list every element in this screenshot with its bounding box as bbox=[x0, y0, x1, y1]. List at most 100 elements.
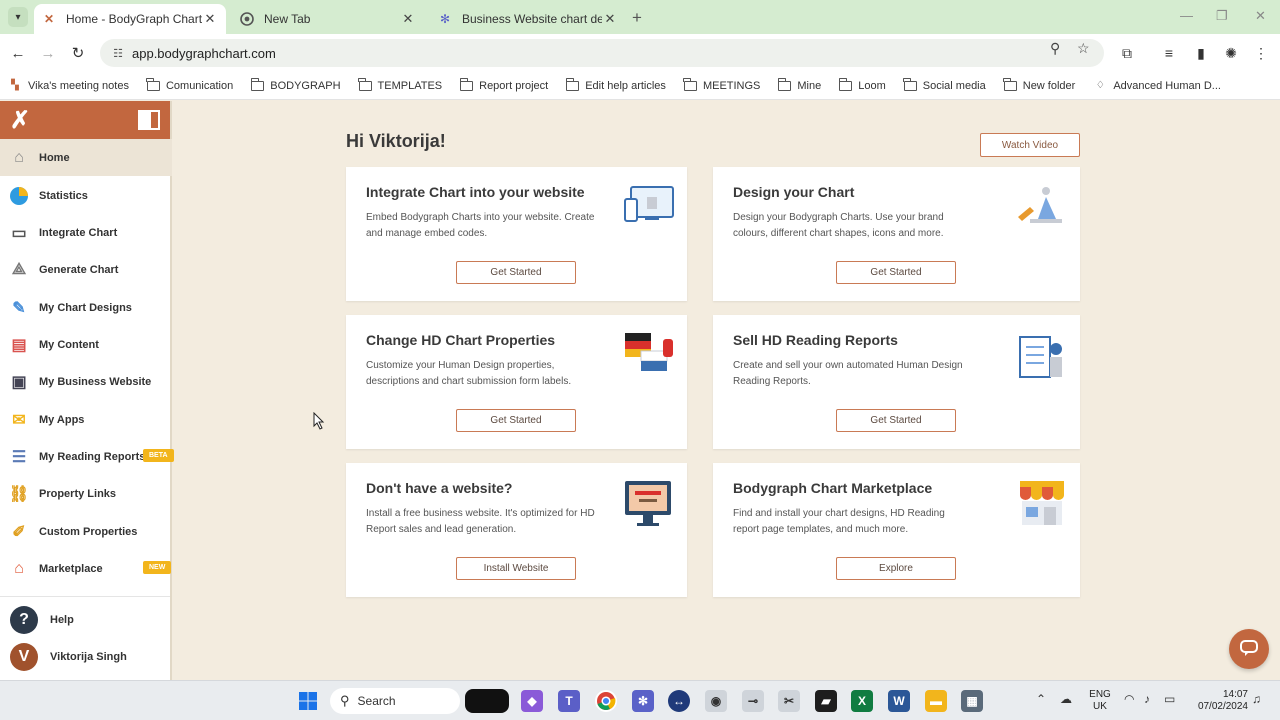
card-title: Integrate Chart into your website bbox=[366, 184, 585, 200]
sticky-notes-icon[interactable]: ▰ bbox=[815, 690, 837, 712]
snipping-tool-icon[interactable]: ✂ bbox=[778, 690, 800, 712]
widgets-icon[interactable] bbox=[465, 689, 509, 713]
bookmark-star-icon[interactable]: ☆ bbox=[1077, 40, 1090, 57]
bookmark-folder[interactable]: TEMPLATES bbox=[358, 77, 442, 92]
get-started-button[interactable]: Get Started bbox=[836, 409, 956, 432]
sidebar-item-generate-chart[interactable]: ⟁ Generate Chart bbox=[0, 251, 172, 288]
chat-bubble-icon bbox=[1239, 638, 1259, 661]
close-tab-icon[interactable]: ✕ bbox=[202, 11, 218, 27]
folder-icon bbox=[565, 77, 580, 91]
sidebar-item-help[interactable]: ? Help bbox=[0, 602, 170, 638]
card-title: Design your Chart bbox=[733, 184, 855, 200]
folder-icon bbox=[250, 77, 265, 91]
wifi-icon[interactable]: ◠ bbox=[1124, 692, 1134, 706]
cloud-icon[interactable]: ☁ bbox=[1060, 692, 1072, 706]
sidebar-item-marketplace[interactable]: ⌂ Marketplace NEW bbox=[0, 550, 172, 587]
sidebar-item-my-chart-designs[interactable]: ✎ My Chart Designs bbox=[0, 289, 172, 326]
windows-taskbar: ⚲ Search ◆ T ✻ ↔ ◉ ⊸ ✂ ▰ X W ▬ ▦ ⌃ ☁ ENG… bbox=[0, 680, 1280, 720]
forward-icon[interactable]: → bbox=[38, 43, 58, 63]
camera-icon[interactable]: ◉ bbox=[705, 690, 727, 712]
sidebar-item-statistics[interactable]: Statistics bbox=[0, 177, 172, 214]
file-explorer-icon[interactable]: ▬ bbox=[925, 690, 947, 712]
extensions-icon[interactable]: ⧉ bbox=[1118, 44, 1136, 62]
bookmark-item[interactable]: ♢ Advanced Human D... bbox=[1093, 79, 1221, 93]
restore-icon[interactable]: ❐ bbox=[1216, 8, 1228, 24]
bodygraph-logo-icon[interactable]: ✗ bbox=[10, 106, 30, 135]
calculator-icon[interactable]: ▦ bbox=[961, 690, 983, 712]
sidebar-item-my-business-website[interactable]: ▣ My Business Website bbox=[0, 363, 172, 400]
connect-icon[interactable]: ⊸ bbox=[742, 690, 764, 712]
card-description: Embed Bodygraph Charts into your website… bbox=[366, 212, 595, 239]
get-started-button[interactable]: Get Started bbox=[456, 261, 576, 284]
bookmark-folder[interactable]: Report project bbox=[459, 77, 548, 92]
collapse-sidebar-icon[interactable] bbox=[138, 110, 160, 130]
back-icon[interactable]: ← bbox=[8, 43, 28, 63]
tab-business-website[interactable]: ✻ Business Website chart design ✕ bbox=[430, 4, 626, 34]
zoom-icon[interactable]: ⚲ bbox=[1050, 40, 1060, 57]
get-started-button[interactable]: Get Started bbox=[456, 409, 576, 432]
sidebar-item-my-content[interactable]: ▤ My Content bbox=[0, 326, 172, 363]
sidebar-item-home[interactable]: ⌂ Home bbox=[0, 139, 172, 176]
get-started-button[interactable]: Get Started bbox=[836, 261, 956, 284]
sidebar-item-user[interactable]: V Viktorija Singh bbox=[0, 639, 170, 675]
brand-header: ✗ bbox=[0, 101, 170, 139]
notification-bell-icon[interactable]: ♫ bbox=[1252, 692, 1261, 706]
new-tab-icon[interactable]: + bbox=[632, 8, 642, 28]
excel-icon[interactable]: X bbox=[851, 690, 873, 712]
bookmark-folder[interactable]: Edit help articles bbox=[565, 77, 666, 92]
design-icon: ✎ bbox=[12, 299, 26, 317]
word-icon[interactable]: W bbox=[888, 690, 910, 712]
battery-icon[interactable]: ▭ bbox=[1164, 692, 1175, 706]
profile-icon[interactable]: ✺ bbox=[1222, 44, 1240, 62]
url-text[interactable]: app.bodygraphchart.com bbox=[132, 46, 276, 61]
sidebar-item-my-apps[interactable]: ✉ My Apps bbox=[0, 401, 172, 438]
watch-video-button[interactable]: Watch Video bbox=[980, 133, 1080, 157]
minimize-icon[interactable]: — bbox=[1180, 8, 1193, 23]
sidebar-item-property-links[interactable]: ⛓ Property Links bbox=[0, 475, 172, 512]
tray-chevron-icon[interactable]: ⌃ bbox=[1036, 692, 1046, 706]
tab-new-tab[interactable]: New Tab ✕ bbox=[232, 4, 424, 34]
app-gear-icon[interactable]: ✻ bbox=[632, 690, 654, 712]
monitor-illustration-icon bbox=[623, 479, 675, 531]
teamviewer-icon[interactable]: ↔ bbox=[668, 690, 690, 712]
explore-button[interactable]: Explore bbox=[836, 557, 956, 580]
teams-icon[interactable]: T bbox=[558, 690, 580, 712]
language-indicator[interactable]: ENG UK bbox=[1088, 689, 1112, 713]
language-flags-illustration-icon bbox=[623, 331, 675, 383]
bookmark-folder[interactable]: Loom bbox=[838, 77, 886, 92]
bookmark-folder[interactable]: BODYGRAPH bbox=[250, 77, 341, 92]
taskbar-search[interactable]: ⚲ Search bbox=[330, 688, 460, 714]
bookmark-folder[interactable]: MEETINGS bbox=[683, 77, 760, 92]
chat-button[interactable] bbox=[1229, 629, 1269, 669]
new-badge: NEW bbox=[143, 561, 172, 574]
tab-title: Business Website chart design bbox=[462, 12, 602, 26]
bookmark-folder[interactable]: Social media bbox=[903, 77, 986, 92]
address-bar[interactable]: ☷ app.bodygraphchart.com bbox=[100, 39, 1104, 67]
media-icon[interactable]: ≡ bbox=[1160, 44, 1178, 62]
gear-favicon-icon: ✻ bbox=[439, 12, 451, 26]
apps-icon: ✉ bbox=[12, 411, 26, 429]
side-panel-icon[interactable]: ▮ bbox=[1192, 44, 1210, 62]
tab-search-dropdown-icon[interactable]: ▾ bbox=[8, 7, 28, 27]
volume-icon[interactable]: ♪ bbox=[1144, 692, 1150, 706]
close-tab-icon[interactable]: ✕ bbox=[602, 11, 618, 27]
window-close-icon[interactable]: ✕ bbox=[1255, 8, 1266, 24]
copilot-icon[interactable]: ◆ bbox=[521, 690, 543, 712]
bookmark-folder[interactable]: New folder bbox=[1003, 77, 1075, 92]
sidebar-item-custom-properties[interactable]: ✐ Custom Properties bbox=[0, 513, 172, 550]
chrome-icon[interactable] bbox=[595, 690, 617, 712]
bookmark-folder[interactable]: Comunication bbox=[146, 77, 233, 92]
sidebar-item-my-reading-reports[interactable]: ☰ My Reading Reports BETA bbox=[0, 438, 174, 475]
sidebar-item-integrate-chart[interactable]: ▭ Integrate Chart bbox=[0, 214, 172, 251]
install-website-button[interactable]: Install Website bbox=[456, 557, 576, 580]
bookmark-folder[interactable]: Mine bbox=[777, 77, 821, 92]
menu-icon[interactable]: ⋮ bbox=[1252, 44, 1270, 62]
clock[interactable]: 14:07 07/02/2024 bbox=[1186, 689, 1248, 713]
reload-icon[interactable]: ↻ bbox=[68, 43, 88, 63]
bookmark-item[interactable]: ▚ Vika's meeting notes bbox=[8, 79, 129, 93]
windows-start-icon[interactable] bbox=[297, 690, 319, 712]
site-info-icon[interactable]: ☷ bbox=[110, 45, 126, 61]
close-tab-icon[interactable]: ✕ bbox=[400, 11, 416, 27]
tab-home[interactable]: ✕ Home - BodyGraph Chart ✕ bbox=[34, 4, 226, 34]
mouse-cursor-icon bbox=[313, 411, 325, 433]
